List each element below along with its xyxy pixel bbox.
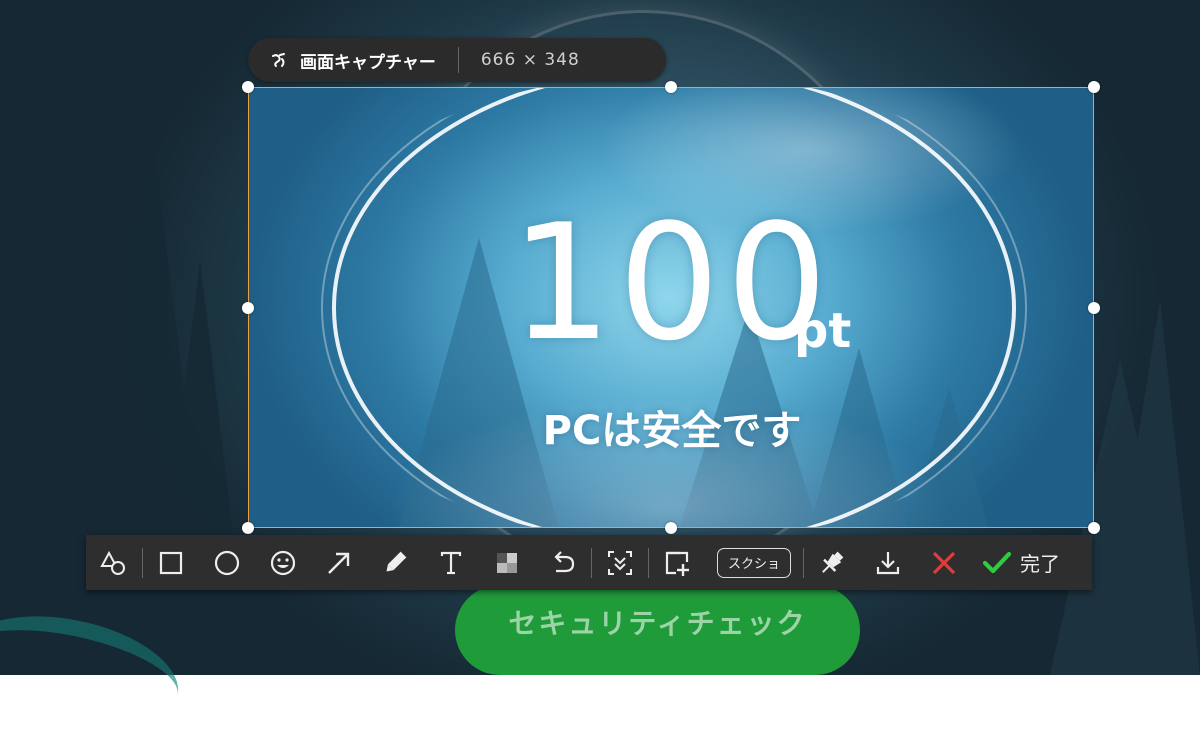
resize-handle-top-left[interactable] xyxy=(242,81,254,93)
shapes-tool-button[interactable] xyxy=(86,535,142,590)
capture-dimensions: 666 × 348 xyxy=(480,50,580,70)
mosaic-tool-button[interactable] xyxy=(479,535,535,590)
pin-icon xyxy=(822,551,844,573)
scroll-capture-icon xyxy=(608,550,632,575)
score-unit: pt xyxy=(794,303,852,359)
resize-handle-bottom-left[interactable] xyxy=(242,522,254,534)
download-button[interactable] xyxy=(860,535,916,590)
screenshot-button[interactable]: スクショ xyxy=(717,547,792,578)
resize-handle-left[interactable] xyxy=(242,302,254,314)
annotation-toolbar: スクショ 完了 xyxy=(86,535,1092,590)
done-button[interactable]: 完了 xyxy=(972,548,1072,578)
marker-tool-button[interactable] xyxy=(367,535,423,590)
confirm-check-icon xyxy=(982,551,1012,573)
scroll-capture-button[interactable] xyxy=(592,535,648,590)
security-check-button[interactable]: セキュリティチェック xyxy=(455,585,860,675)
title-divider xyxy=(457,47,459,73)
download-icon xyxy=(876,551,900,574)
security-status-text: PCは安全です xyxy=(542,408,802,454)
undo-button[interactable] xyxy=(535,535,591,590)
done-label: 完了 xyxy=(1020,552,1061,576)
undo-icon xyxy=(554,550,575,572)
score-value: 100 xyxy=(510,189,834,376)
marker-icon xyxy=(386,551,407,571)
cancel-button[interactable] xyxy=(916,535,972,590)
text-icon xyxy=(440,551,462,574)
resize-handle-bottom-right[interactable] xyxy=(1088,522,1100,534)
mosaic-icon xyxy=(497,552,517,573)
resize-handle-bottom[interactable] xyxy=(665,522,677,534)
pin-button[interactable] xyxy=(804,535,860,590)
ellipse-icon xyxy=(214,550,240,575)
emoji-icon xyxy=(270,550,296,575)
score-display: 100 pt xyxy=(249,203,1093,363)
emoji-tool-button[interactable] xyxy=(255,535,311,590)
app-logo-icon xyxy=(272,53,285,67)
rectangle-icon xyxy=(159,551,183,574)
cancel-icon xyxy=(932,551,956,574)
shapes-icon xyxy=(100,550,125,575)
capture-title-bar: 画面キャプチャー 666 × 348 xyxy=(248,38,666,82)
arrow-icon xyxy=(328,552,350,574)
arrow-tool-button[interactable] xyxy=(311,535,367,590)
capture-region[interactable]: 100 pt PCは安全です xyxy=(248,87,1094,528)
resize-handle-right[interactable] xyxy=(1088,302,1100,314)
add-region-button[interactable] xyxy=(649,535,705,590)
add-region-icon xyxy=(665,551,689,576)
text-tool-button[interactable] xyxy=(423,535,479,590)
ellipse-tool-button[interactable] xyxy=(199,535,255,590)
capture-title: 画面キャプチャー xyxy=(300,52,436,73)
resize-handle-top-right[interactable] xyxy=(1088,81,1100,93)
rectangle-tool-button[interactable] xyxy=(143,535,199,590)
resize-handle-top[interactable] xyxy=(665,81,677,93)
